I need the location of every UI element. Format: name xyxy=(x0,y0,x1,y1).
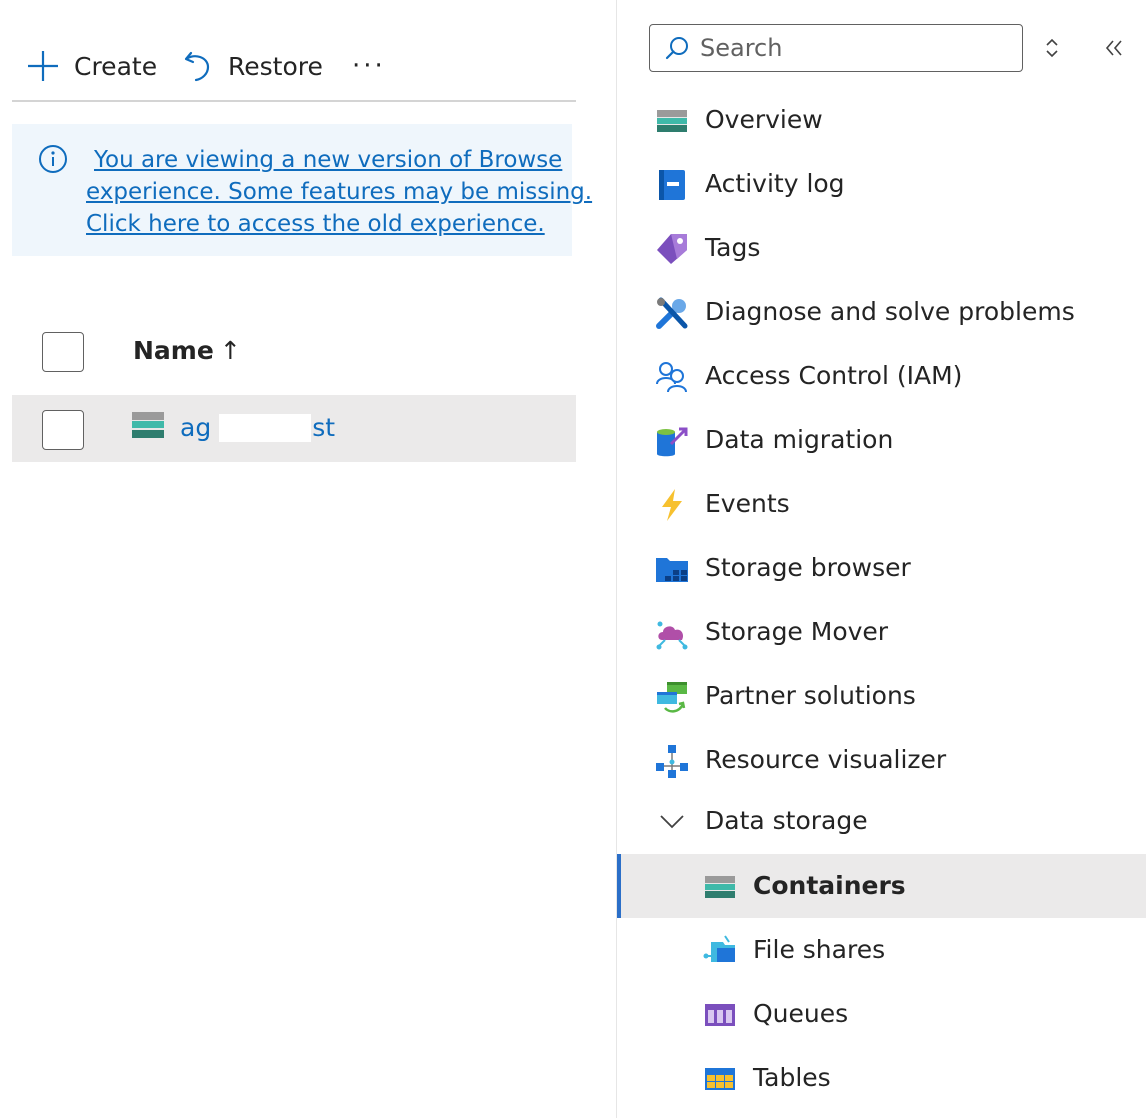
nav-label: File shares xyxy=(753,935,886,964)
banner-line-2: experience. Some features may be missing… xyxy=(86,179,593,205)
overview-icon xyxy=(657,110,687,132)
nav-item-tags[interactable]: Tags xyxy=(617,216,1146,280)
table-row[interactable]: ag st xyxy=(12,395,576,462)
search-placeholder: Search xyxy=(700,34,783,62)
nav-label: Queues xyxy=(753,999,849,1028)
nav-label: Storage Mover xyxy=(705,617,889,646)
lightning-icon xyxy=(662,489,682,521)
name-column-header[interactable]: Name ↑ xyxy=(133,336,241,365)
tag-icon xyxy=(657,234,687,264)
restore-button[interactable]: Restore xyxy=(182,36,323,96)
create-label: Create xyxy=(74,51,158,81)
activity-log-icon xyxy=(659,170,685,200)
row-checkbox[interactable] xyxy=(42,410,84,450)
queue-icon xyxy=(705,1004,735,1026)
collapse-menu-icon[interactable] xyxy=(1103,36,1125,60)
nav-item-resource-visualizer[interactable]: Resource visualizer xyxy=(617,728,1146,792)
hierarchy-icon xyxy=(656,745,688,778)
expand-collapse-icon[interactable] xyxy=(1043,36,1061,60)
nav-label: Tables xyxy=(753,1063,831,1092)
storage-account-icon xyxy=(132,412,164,438)
nav-item-data-migration[interactable]: Data migration xyxy=(617,408,1146,472)
nav-group-data-storage[interactable]: Data storage xyxy=(617,789,1146,853)
sort-ascending-icon: ↑ xyxy=(219,336,241,365)
account-name-end: st xyxy=(312,413,336,442)
file-share-icon xyxy=(703,935,735,962)
chevron-down-icon xyxy=(660,815,684,829)
nav-label: Partner solutions xyxy=(705,681,916,710)
old-experience-link[interactable]: You are viewing a new version of Browse … xyxy=(86,144,593,240)
nav-item-queues[interactable]: Queues xyxy=(617,982,1146,1046)
more-options-button[interactable]: ··· xyxy=(352,36,386,96)
create-button[interactable]: Create xyxy=(26,36,157,96)
container-icon xyxy=(705,876,735,898)
nav-item-storage-browser[interactable]: Storage browser xyxy=(617,536,1146,600)
plus-icon xyxy=(28,51,58,81)
account-name-start: ag xyxy=(180,413,212,442)
nav-item-diagnose[interactable]: Diagnose and solve problems xyxy=(617,280,1146,344)
restore-label: Restore xyxy=(228,51,323,81)
info-icon xyxy=(39,145,67,173)
nav-item-tables[interactable]: Tables xyxy=(617,1046,1146,1110)
nav-item-activity-log[interactable]: Activity log xyxy=(617,152,1146,216)
table-icon xyxy=(705,1068,735,1090)
nav-item-events[interactable]: Events xyxy=(617,472,1146,536)
cloud-icon xyxy=(656,621,688,650)
nav-label: Storage browser xyxy=(705,553,911,582)
name-column-label: Name xyxy=(133,336,214,365)
redaction-block xyxy=(219,414,311,442)
nav-label: Activity log xyxy=(705,169,845,198)
resource-menu: Search Overview Activity log Tags Diagno… xyxy=(616,0,1146,1118)
active-indicator xyxy=(617,854,621,918)
resource-list-pane: Create Restore ··· You are viewing a new… xyxy=(0,0,616,1118)
nav-label: Access Control (IAM) xyxy=(705,361,963,390)
nav-label: Overview xyxy=(705,105,823,134)
search-icon xyxy=(665,37,688,60)
nav-item-partner-solutions[interactable]: Partner solutions xyxy=(617,664,1146,728)
nav-group-label: Data storage xyxy=(705,806,868,835)
nav-label: Events xyxy=(705,489,790,518)
nav-item-containers[interactable]: Containers xyxy=(617,854,1146,918)
nav-item-overview[interactable]: Overview xyxy=(617,88,1146,152)
select-all-checkbox[interactable] xyxy=(42,332,84,372)
people-icon xyxy=(656,362,687,393)
nav-item-iam[interactable]: Access Control (IAM) xyxy=(617,344,1146,408)
storage-browser-icon xyxy=(656,558,688,582)
nav-label: Containers xyxy=(753,871,906,900)
info-banner: You are viewing a new version of Browse … xyxy=(12,124,593,256)
nav-label: Diagnose and solve problems xyxy=(705,297,1075,326)
nav-label: Data migration xyxy=(705,425,894,454)
nav-label: Tags xyxy=(705,233,761,262)
more-options-icon: ··· xyxy=(352,51,386,81)
nav-item-storage-mover[interactable]: Storage Mover xyxy=(617,600,1146,664)
search-input[interactable]: Search xyxy=(649,24,1023,72)
nav-label: Resource visualizer xyxy=(705,745,947,774)
table-header: Name ↑ xyxy=(12,318,576,384)
data-migration-icon xyxy=(657,427,688,457)
wrench-icon xyxy=(656,297,688,329)
banner-line-1: You are viewing a new version of Browse xyxy=(94,147,563,173)
nav-item-file-shares[interactable]: File shares xyxy=(617,918,1146,982)
partner-icon xyxy=(657,682,687,713)
command-bar: Create Restore ··· xyxy=(12,36,576,102)
undo-icon xyxy=(184,51,210,82)
banner-line-3: Click here to access the old experience. xyxy=(86,211,545,237)
